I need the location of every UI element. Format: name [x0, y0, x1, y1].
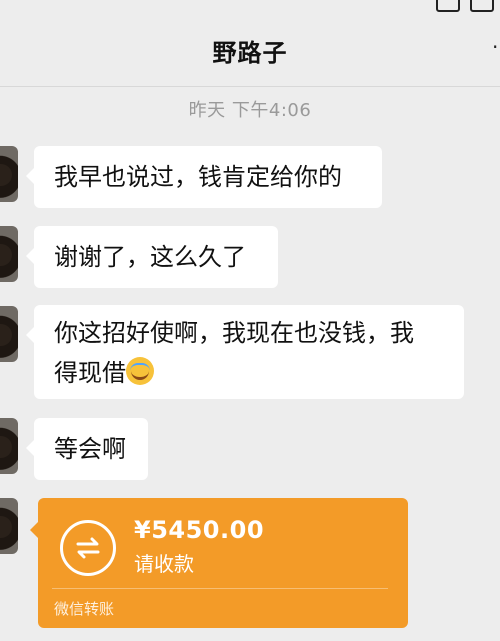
- message-text: 我早也说过，钱肯定给你的: [54, 163, 342, 191]
- laughing-tears-emoji-icon: [126, 357, 154, 385]
- status-icon: [436, 0, 460, 12]
- message-text: 等会啊: [54, 435, 126, 463]
- chat-header: 野路子 ·: [0, 14, 500, 86]
- transfer-arrows-icon: [60, 520, 116, 576]
- transfer-divider: [52, 588, 388, 589]
- chat-title: 野路子: [212, 38, 288, 67]
- avatar[interactable]: [0, 226, 18, 282]
- more-icon[interactable]: ·: [492, 37, 500, 57]
- avatar[interactable]: [0, 418, 18, 474]
- header-divider: [0, 86, 500, 87]
- message-bubble[interactable]: 你这招好使啊，我现在也没钱，我 得现借: [26, 305, 464, 399]
- transfer-status: 请收款: [134, 552, 194, 576]
- message-text-line2: 得现借: [54, 359, 126, 387]
- status-bar: [0, 0, 500, 14]
- status-icon: [470, 0, 494, 12]
- transfer-type-label: 微信转账: [54, 600, 115, 618]
- wechat-transfer-card[interactable]: ¥5450.00 请收款 微信转账: [30, 498, 408, 628]
- avatar[interactable]: [0, 498, 18, 554]
- avatar[interactable]: [0, 146, 18, 202]
- message-bubble[interactable]: 等会啊: [26, 418, 148, 480]
- message-text: 谢谢了，这么久了: [54, 243, 246, 271]
- message-bubble[interactable]: 我早也说过，钱肯定给你的: [26, 146, 382, 208]
- chat-screen: 野路子 · 昨天 下午4:06 我早也说过，钱肯定给你的 谢谢了，这么久了 你这…: [0, 0, 500, 641]
- message-text-line1: 你这招好使啊，我现在也没钱，我: [54, 319, 414, 347]
- transfer-amount: ¥5450.00: [134, 516, 265, 544]
- message-bubble[interactable]: 谢谢了，这么久了: [26, 226, 278, 288]
- avatar[interactable]: [0, 306, 18, 362]
- status-icons: [436, 0, 494, 12]
- message-timestamp: 昨天 下午4:06: [188, 100, 312, 121]
